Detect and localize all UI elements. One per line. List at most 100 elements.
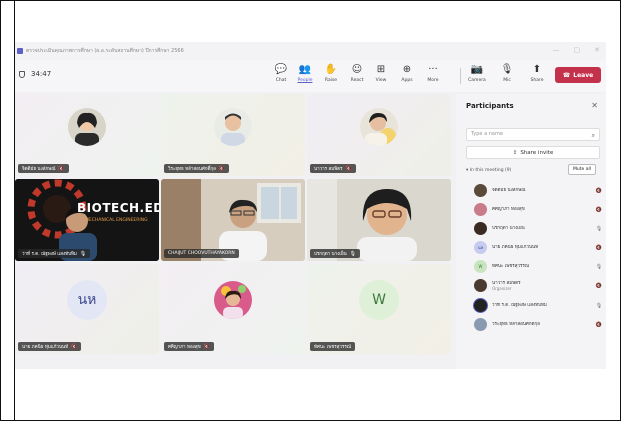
banner-text: BIOTECH.ED: [77, 201, 159, 215]
participant-avatar: [474, 222, 487, 235]
participant-photo: [68, 107, 106, 146]
tile-name-tag: ทัศนะ เพชรสุวรรณ์: [310, 342, 356, 351]
title-bar: ตรวจประเมินคุณภาพการศึกษา (ผ.อ.ระดับสถาน…: [15, 42, 606, 60]
participant-photo: [360, 107, 398, 146]
video-tile[interactable]: ศศิญาภา ทองสุข 🔇: [161, 264, 305, 354]
mic-muted-icon: 🔇: [218, 165, 226, 172]
initials-avatar: W: [359, 280, 399, 320]
mic-muted-icon: 🔇: [595, 282, 603, 289]
mic-icon: 🎙: [349, 250, 357, 257]
apps-button[interactable]: ⊕ Apps: [395, 63, 419, 89]
participants-panel: Participants ✕ Type a name ⌕ ⇪ Share inv…: [456, 94, 606, 369]
in-meeting-section-label[interactable]: ▾ In this meeting (9): [466, 168, 511, 173]
participant-avatar: [474, 299, 487, 312]
mic-muted-icon: 🔇: [203, 343, 210, 350]
tile-name-tag: นาวาร สมพิตร 🔇: [310, 164, 356, 173]
raise-hand-icon: ✋: [324, 64, 338, 75]
camera-button[interactable]: 📷 Camera: [465, 63, 489, 89]
participant-avatar: [474, 318, 487, 331]
search-icon: ⌕: [591, 132, 595, 139]
video-tile[interactable]: CHAIJUT CHOOVUTHAYAKORN: [161, 179, 305, 261]
mic-off-icon: 🎙: [500, 64, 514, 75]
participant-row[interactable]: ปรกฤตา นางเย็น 🎙: [474, 220, 604, 237]
more-icon: ···: [428, 64, 438, 75]
teams-meeting-window: ตรวจประเมินคุณภาพการศึกษา (ผ.อ.ระดับสถาน…: [15, 42, 606, 369]
participant-row[interactable]: นห นาย ภคนิธ ทุ่มแก้วนนท์ 🔇: [474, 239, 604, 256]
mic-icon: 🎙: [79, 250, 87, 257]
camera-off-icon: 📷: [470, 64, 484, 75]
tile-name-tag: วิระยุทธ หล้าสอนศักดิ์กุล 🔇: [164, 164, 230, 173]
chat-button[interactable]: 💬 Chat: [269, 63, 293, 89]
mic-icon: 🎙: [595, 225, 603, 232]
mic-muted-icon: 🔇: [595, 206, 603, 213]
video-tile[interactable]: ปรกฤตา นางเย็น 🎙: [307, 179, 451, 261]
participant-avatar: [474, 279, 487, 292]
react-button[interactable]: ☺ React: [345, 63, 369, 89]
meeting-toolbar: 34:47 💬 Chat 👥 People ✋ Raise ☺ React ⊞ …: [15, 60, 606, 92]
mic-icon: 🎙: [595, 263, 603, 270]
people-button[interactable]: 👥 People: [293, 63, 317, 89]
teams-logo-icon: [17, 48, 23, 54]
initials-avatar: นห: [67, 280, 107, 320]
share-invite-icon: ⇪: [512, 149, 518, 156]
participant-avatar: [474, 203, 487, 216]
mic-button[interactable]: 🎙 Mic: [495, 63, 519, 89]
tile-name-tag: ว่าที่ ร.ต. ณัฐพงษ์ แสงทับทิม 🎙: [18, 249, 91, 258]
share-button[interactable]: ⬆ Share: [525, 63, 549, 89]
mic-muted-icon: 🔇: [595, 244, 603, 251]
participant-avatar: [474, 184, 487, 197]
view-icon: ⊞: [376, 64, 386, 75]
mute-all-button[interactable]: Mute all: [568, 164, 596, 175]
people-icon: 👥: [298, 64, 312, 75]
video-tile[interactable]: W ทัศนะ เพชรสุวรรณ์: [307, 264, 451, 354]
mic-muted-icon: 🔇: [595, 187, 603, 194]
participant-row[interactable]: W ทัศนะ เพชรสุวรรณ์ 🎙: [474, 258, 604, 275]
mic-icon: 🎙: [595, 302, 603, 309]
timer-text: 34:47: [31, 70, 52, 78]
banner-subtext: MECHANICAL ENGINEERING: [85, 218, 148, 223]
tile-name-tag: จิตติมัย นงลักษณ์ 🔇: [18, 164, 69, 173]
window-title: ตรวจประเมินคุณภาพการศึกษา (ผ.อ.ระดับสถาน…: [26, 48, 184, 54]
video-tile[interactable]: BIOTECH.ED MECHANICAL ENGINEERING ว่าที่…: [15, 179, 159, 261]
video-tile[interactable]: วิระยุทธ หล้าสอนศักดิ์กุล 🔇: [161, 94, 305, 176]
apps-icon: ⊕: [402, 64, 412, 75]
share-icon: ⬆: [532, 64, 542, 75]
toolbar-divider: [460, 68, 461, 84]
tile-name-tag: นาย ภคนิธ ทุ่มแก้วนนท์ 🔇: [18, 342, 82, 351]
tile-name-tag: ศศิญาภา ทองสุข 🔇: [164, 342, 214, 351]
tile-name-tag: ปรกฤตา นางเย็น 🎙: [310, 249, 361, 258]
video-tile[interactable]: จิตติมัย นงลักษณ์ 🔇: [15, 94, 159, 176]
mic-muted-icon: 🔇: [595, 321, 603, 328]
share-invite-button[interactable]: ⇪ Share invite: [466, 146, 600, 159]
mic-muted-icon: 🔇: [345, 165, 352, 172]
panel-title: Participants: [466, 102, 514, 110]
tile-name-tag: CHAIJUT CHOOVUTHAYAKORN: [164, 249, 239, 258]
video-tile[interactable]: นห นาย ภคนิธ ทุ่มแก้วนนท์ 🔇: [15, 264, 159, 354]
chat-icon: 💬: [274, 64, 288, 75]
participant-avatar: W: [474, 260, 487, 273]
minimize-icon[interactable]: —: [553, 46, 560, 54]
participant-row[interactable]: วิระยุทธ หล้าสอนศักดิ์กุล 🔇: [474, 316, 604, 333]
close-window-icon[interactable]: ✕: [594, 46, 600, 54]
leave-button[interactable]: ☎ Leave: [555, 67, 601, 83]
phone-hangup-icon: ☎: [562, 71, 571, 79]
react-icon: ☺: [351, 64, 363, 75]
mic-muted-icon: 🔇: [71, 343, 78, 350]
meeting-timer: 34:47: [19, 70, 51, 78]
mic-muted-icon: 🔇: [58, 165, 65, 172]
view-button[interactable]: ⊞ View: [369, 63, 393, 89]
participant-photo: [214, 107, 252, 146]
window-controls: — ▢ ✕: [553, 46, 601, 54]
participant-row[interactable]: ศศิญาภา ทองสุข 🔇: [474, 201, 604, 218]
participant-photo: [214, 281, 252, 319]
participant-row[interactable]: ว่าที่ ร.ต. ณัฐพงษ์ แสงทับทิม 🎙: [474, 297, 604, 314]
participant-row[interactable]: นาวาร สมพิตร Organizer 🔇: [474, 277, 604, 294]
close-icon[interactable]: ✕: [591, 101, 598, 110]
participant-avatar: นห: [474, 241, 487, 254]
maximize-icon[interactable]: ▢: [574, 46, 581, 54]
more-button[interactable]: ··· More: [421, 63, 445, 89]
participant-row[interactable]: จิตติมัย นงลักษณ์ 🔇: [474, 182, 604, 199]
video-tile[interactable]: นาวาร สมพิตร 🔇: [307, 94, 451, 176]
search-participants-input[interactable]: Type a name ⌕: [466, 128, 600, 141]
raise-hand-button[interactable]: ✋ Raise: [319, 63, 343, 89]
